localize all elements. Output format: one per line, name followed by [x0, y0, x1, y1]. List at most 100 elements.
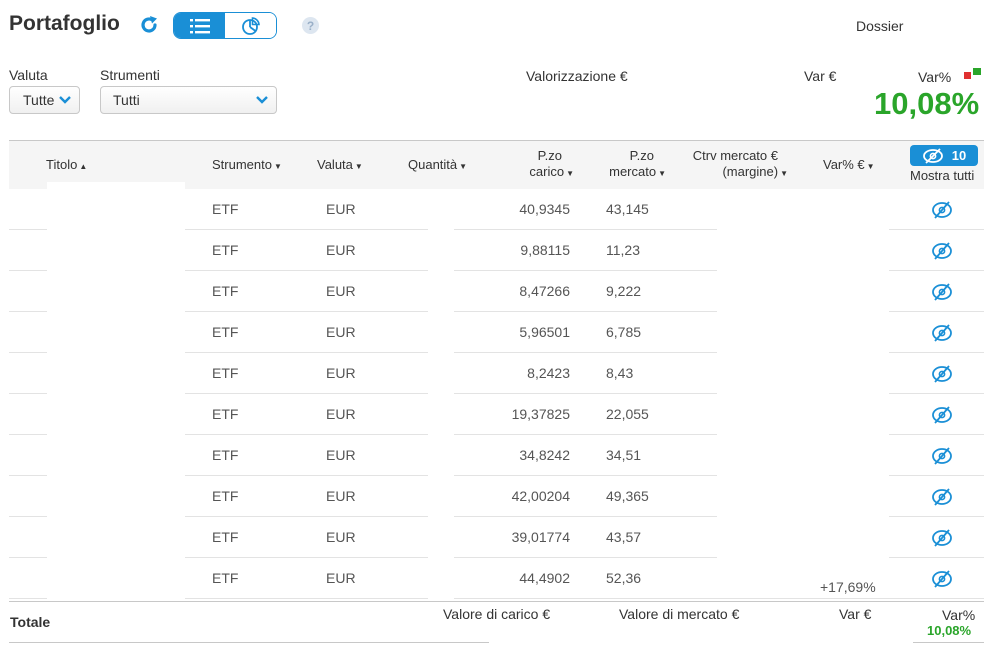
cell-pzo-mercato: 11,23	[606, 242, 640, 258]
cell-strumento: ETF	[212, 365, 239, 381]
redacted-quantita-column	[428, 189, 454, 599]
cell-strumento: ETF	[212, 324, 239, 340]
cell-strumento: ETF	[212, 406, 239, 422]
strumenti-select-value: Tutti	[113, 92, 140, 108]
cell-pzo-carico: 8,2423	[527, 365, 570, 381]
col-strumento[interactable]: Strumento ▼	[212, 157, 282, 172]
valore-mercato-label: Valore di mercato €	[619, 606, 740, 622]
eye-off-icon	[932, 406, 952, 424]
cell-pzo-carico: 9,88115	[520, 242, 570, 258]
cell-valuta: EUR	[326, 283, 356, 299]
eye-off-icon	[932, 201, 952, 219]
cell-pzo-mercato: 52,36	[606, 570, 642, 586]
redacted-ctrv-column	[717, 189, 889, 582]
valuta-select-value: Tutte	[23, 92, 55, 108]
eye-off-icon	[932, 488, 952, 506]
cell-pzo-mercato: 6,785	[606, 324, 642, 340]
eye-off-icon	[932, 242, 952, 260]
totale-label: Totale	[10, 614, 51, 630]
hide-row-button[interactable]	[931, 200, 953, 220]
cell-pzo-carico: 39,01774	[511, 529, 570, 545]
pie-view-button[interactable]	[225, 13, 276, 38]
hide-row-button[interactable]	[931, 364, 953, 384]
eye-off-icon	[932, 324, 952, 342]
hide-row-button[interactable]	[931, 241, 953, 261]
cell-pzo-carico: 34,8242	[519, 447, 570, 463]
cell-valuta: EUR	[326, 324, 356, 340]
eye-off-icon	[932, 570, 952, 588]
hide-row-button[interactable]	[931, 528, 953, 548]
strumenti-select[interactable]: Tutti	[100, 86, 277, 114]
cell-pzo-mercato: 22,055	[606, 406, 649, 422]
dossier-label: Dossier	[856, 18, 904, 34]
chevron-down-icon	[256, 96, 268, 104]
cell-pzo-carico: 19,37825	[511, 406, 570, 422]
total-var-pct: 10,08%	[874, 86, 980, 121]
cell-strumento: ETF	[212, 488, 239, 504]
var-label: Var €	[804, 68, 837, 84]
col-pzo-mercato[interactable]: P.zo mercato ▼	[600, 148, 666, 182]
cell-strumento: ETF	[212, 201, 239, 217]
cell-strumento: ETF	[212, 570, 239, 586]
eye-off-icon	[922, 147, 943, 164]
totals-var-pct-label: Var%	[942, 607, 976, 623]
footer-line-left	[9, 642, 489, 643]
list-icon	[189, 18, 210, 33]
footer-line-right	[913, 642, 984, 643]
hide-row-button[interactable]	[931, 405, 953, 425]
cell-pzo-carico: 40,9345	[519, 201, 570, 217]
cell-valuta: EUR	[326, 488, 356, 504]
col-valuta[interactable]: Valuta ▼	[317, 157, 363, 172]
hide-row-button[interactable]	[931, 446, 953, 466]
var-pct-label: Var%	[918, 69, 952, 85]
refresh-icon[interactable]	[138, 14, 160, 36]
cell-valuta: EUR	[326, 529, 356, 545]
cell-valuta: EUR	[326, 406, 356, 422]
cell-strumento: ETF	[212, 529, 239, 545]
eye-off-icon	[932, 529, 952, 547]
eye-off-icon	[932, 365, 952, 383]
cell-valuta: EUR	[326, 570, 356, 586]
col-titolo[interactable]: Titolo ▲	[46, 157, 87, 172]
cell-pzo-mercato: 43,57	[606, 529, 642, 545]
cell-valuta: EUR	[326, 242, 356, 258]
totals-var-pct: 10,08%	[927, 623, 972, 638]
col-pzo-carico[interactable]: P.zo carico ▼	[520, 148, 574, 182]
pie-chart-icon	[241, 16, 260, 35]
cell-strumento: ETF	[212, 283, 239, 299]
eye-off-icon	[932, 447, 952, 465]
hidden-count-button[interactable]: 10	[910, 145, 978, 166]
totals-var-label: Var €	[839, 606, 872, 622]
cell-pzo-carico: 42,00204	[511, 488, 570, 504]
hide-row-button[interactable]	[931, 487, 953, 507]
list-view-button[interactable]	[174, 13, 225, 38]
col-ctrv-mercato[interactable]: Ctrv mercato € (margine) ▼	[682, 148, 788, 182]
hide-row-button[interactable]	[931, 282, 953, 302]
valuta-select[interactable]: Tutte	[9, 86, 80, 114]
trend-icon	[963, 67, 983, 81]
mostra-tutti-link[interactable]: Mostra tutti	[910, 168, 974, 183]
help-icon[interactable]: ?	[302, 17, 319, 34]
cell-strumento: ETF	[212, 242, 239, 258]
view-toggle	[173, 12, 277, 39]
strumenti-label: Strumenti	[100, 67, 160, 83]
cell-pzo-carico: 5,96501	[519, 324, 570, 340]
col-var-pct[interactable]: Var% € ▼	[823, 157, 875, 172]
cell-pzo-carico: 44,4902	[519, 570, 570, 586]
cell-valuta: EUR	[326, 201, 356, 217]
hidden-count: 10	[951, 148, 967, 163]
valorizzazione-label: Valorizzazione €	[526, 68, 628, 84]
totals-divider	[9, 601, 984, 602]
page-title: Portafoglio	[9, 12, 120, 35]
chevron-down-icon	[59, 96, 71, 104]
col-quantita[interactable]: Quantità ▼	[408, 157, 467, 172]
hide-row-button[interactable]	[931, 569, 953, 589]
eye-off-icon	[932, 283, 952, 301]
cell-valuta: EUR	[326, 447, 356, 463]
cell-valuta: EUR	[326, 365, 356, 381]
cell-strumento: ETF	[212, 447, 239, 463]
cell-pzo-mercato: 34,51	[606, 447, 642, 463]
valuta-label: Valuta	[9, 67, 48, 83]
cell-pzo-mercato: 49,365	[606, 488, 649, 504]
hide-row-button[interactable]	[931, 323, 953, 343]
